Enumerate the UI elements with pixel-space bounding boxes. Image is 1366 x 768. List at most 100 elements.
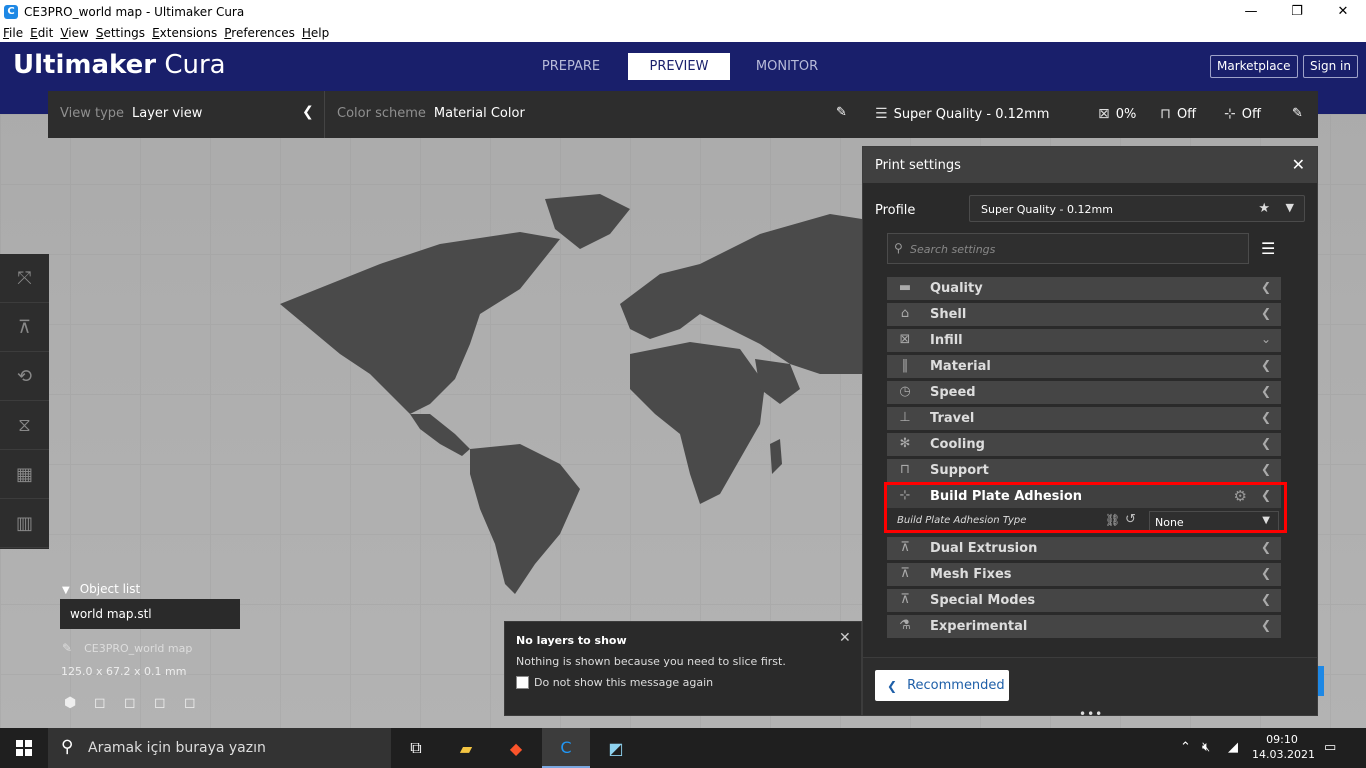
- move-tool-icon[interactable]: ⤧: [0, 254, 49, 303]
- brave-browser-icon[interactable]: ◆: [492, 728, 540, 768]
- color-scheme-label: Color scheme: [337, 106, 426, 121]
- project-name[interactable]: ✎ CE3PRO_world map: [62, 641, 192, 655]
- category-label: Quality: [930, 281, 983, 296]
- menu-edit[interactable]: Edit: [30, 26, 53, 40]
- print-settings-summary[interactable]: ☰ Super Quality - 0.12mm ⊠ 0% ⊓ Off ⊹ Of…: [862, 91, 1318, 138]
- category-quality[interactable]: ▬ Quality ❮: [887, 277, 1281, 300]
- category-support[interactable]: ⊓ Support ❮: [887, 459, 1281, 482]
- search-input[interactable]: [910, 240, 1240, 258]
- sign-in-button[interactable]: Sign in: [1303, 55, 1358, 78]
- category-label: Dual Extrusion: [930, 541, 1038, 556]
- clock-time: 09:10: [1266, 733, 1298, 746]
- support-blocker-icon[interactable]: ▥: [0, 499, 49, 548]
- object-list-toggle[interactable]: ▼ Object list: [62, 582, 140, 596]
- chevron-left-icon: ❮: [1260, 410, 1271, 424]
- maximize-button[interactable]: ❐: [1274, 0, 1320, 23]
- category-experimental[interactable]: ⚗ Experimental ❮: [887, 615, 1281, 638]
- category-special-modes[interactable]: ⊼ Special Modes ❮: [887, 589, 1281, 612]
- tab-preview[interactable]: PREVIEW: [628, 53, 730, 80]
- divider: [324, 91, 325, 138]
- taskbar-search-placeholder: Aramak için buraya yazın: [88, 740, 266, 756]
- menu-view[interactable]: View: [60, 26, 88, 40]
- star-icon[interactable]: ★: [1258, 201, 1270, 216]
- close-icon[interactable]: ✕: [839, 630, 851, 646]
- network-icon[interactable]: ◢: [1228, 740, 1238, 755]
- profile-dropdown[interactable]: Super Quality - 0.12mm ★ ▼: [969, 195, 1305, 222]
- app-taskbar-icon[interactable]: ◩: [592, 728, 640, 768]
- infill-icon: ⊠: [899, 332, 911, 347]
- scale-tool-icon[interactable]: ⊼: [0, 303, 49, 352]
- front-view-icon[interactable]: ◻: [94, 695, 110, 711]
- search-settings[interactable]: ⚲: [887, 233, 1249, 264]
- category-travel[interactable]: ⊥ Travel ❮: [887, 407, 1281, 430]
- support-summary-text: Off: [1176, 106, 1197, 122]
- marketplace-button[interactable]: Marketplace: [1210, 55, 1298, 78]
- color-scheme-selector[interactable]: Color scheme Material Color: [337, 106, 525, 121]
- category-mesh-fixes[interactable]: ⊼ Mesh Fixes ❮: [887, 563, 1281, 586]
- start-button[interactable]: [0, 728, 48, 768]
- hamburger-menu-icon[interactable]: ☰: [1261, 239, 1275, 258]
- category-label: Support: [930, 463, 989, 478]
- shell-icon: ⌂: [900, 306, 910, 321]
- category-label: Infill: [930, 333, 963, 348]
- brand-logo: Ultimaker Cura: [13, 50, 226, 80]
- taskbar-search[interactable]: ⚲ Aramak için buraya yazın: [48, 728, 391, 768]
- task-view-icon[interactable]: ⧉: [392, 728, 440, 768]
- category-material[interactable]: ‖ Material ❮: [887, 355, 1281, 378]
- panel-header: Print settings ✕: [863, 147, 1317, 183]
- chevron-up-icon[interactable]: ⌃: [1180, 740, 1191, 755]
- windows-taskbar: ⚲ Aramak için buraya yazın ⧉ ▰ ◆ C ◩ ⌃ 🔇…: [0, 728, 1366, 768]
- close-icon[interactable]: ✕: [1292, 155, 1305, 174]
- cooling-icon: ✻: [899, 436, 911, 451]
- view-type-bar: View type Layer view ❮ Color scheme Materi…: [48, 91, 862, 138]
- minimize-button[interactable]: —: [1228, 0, 1274, 23]
- view-type-selector[interactable]: View type Layer view: [60, 106, 202, 121]
- category-shell[interactable]: ⌂ Shell ❮: [887, 303, 1281, 326]
- taskbar-clock[interactable]: 09:10 14.03.2021: [1252, 732, 1315, 762]
- close-window-button[interactable]: ✕: [1320, 0, 1366, 23]
- category-label: Speed: [930, 385, 976, 400]
- category-dual-extrusion[interactable]: ⊼ Dual Extrusion ❮: [887, 537, 1281, 560]
- window-titlebar: C CE3PRO_world map - Ultimaker Cura — ❐ …: [0, 0, 1366, 23]
- file-explorer-icon[interactable]: ▰: [442, 728, 490, 768]
- print-settings-panel: Print settings ✕ Profile Super Quality -…: [862, 146, 1318, 721]
- pencil-icon[interactable]: ✎: [1292, 106, 1303, 121]
- menu-file[interactable]: File: [3, 26, 23, 40]
- volume-icon[interactable]: 🔇︎: [1202, 740, 1210, 755]
- left-view-icon[interactable]: ◻: [154, 695, 170, 711]
- pencil-icon[interactable]: ✎: [836, 105, 847, 120]
- chevron-left-icon: ❮: [1260, 280, 1271, 294]
- category-speed[interactable]: ◷ Speed ❮: [887, 381, 1281, 404]
- menu-settings[interactable]: Settings: [96, 26, 145, 40]
- red-highlight-box: [884, 482, 1287, 533]
- recommended-button[interactable]: ❮ Recommended: [875, 670, 1009, 701]
- menu-help[interactable]: Help: [302, 26, 329, 40]
- per-model-settings-icon[interactable]: ▦: [0, 450, 49, 499]
- speed-icon: ◷: [899, 384, 911, 399]
- cura-taskbar-icon[interactable]: C: [542, 728, 590, 768]
- tab-monitor[interactable]: MONITOR: [736, 53, 838, 80]
- notifications-icon[interactable]: ▭: [1324, 740, 1336, 755]
- rotate-tool-icon[interactable]: ⟲: [0, 352, 49, 401]
- tab-prepare[interactable]: PREPARE: [520, 53, 622, 80]
- object-list-label: Object list: [79, 582, 141, 596]
- menu-preferences[interactable]: Preferences: [224, 26, 295, 40]
- category-cooling[interactable]: ✻ Cooling ❮: [887, 433, 1281, 456]
- mirror-tool-icon[interactable]: ⧖: [0, 401, 49, 450]
- object-list-item[interactable]: world map.stl: [60, 599, 240, 629]
- 3d-view-icon[interactable]: ⬢: [64, 695, 80, 711]
- clock-date: 14.03.2021: [1252, 748, 1315, 761]
- material-icon: ‖: [901, 358, 909, 373]
- message-body: Nothing is shown because you need to sli…: [516, 655, 786, 668]
- category-infill[interactable]: ⊠ Infill ⌄: [887, 329, 1281, 352]
- drag-handle-icon[interactable]: •••: [1079, 707, 1103, 721]
- travel-icon: ⊥: [899, 410, 911, 425]
- top-view-icon[interactable]: ◻: [124, 695, 140, 711]
- slice-button-edge[interactable]: [1318, 666, 1324, 696]
- right-view-icon[interactable]: ◻: [184, 695, 200, 711]
- dont-show-checkbox[interactable]: [516, 676, 529, 689]
- menu-extensions[interactable]: Extensions: [152, 26, 217, 40]
- chevron-left-icon: ❮: [1260, 566, 1271, 580]
- chevron-left-icon[interactable]: ❮: [302, 104, 314, 120]
- profile-summary-text: Super Quality - 0.12mm: [893, 106, 1050, 122]
